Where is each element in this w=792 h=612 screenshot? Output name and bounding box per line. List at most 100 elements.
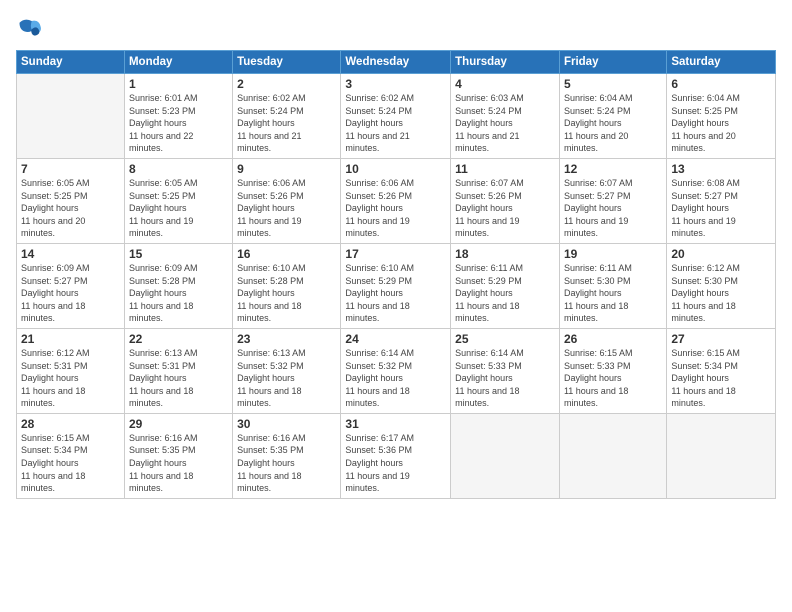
day-number: 16: [237, 247, 336, 261]
day-info: Sunrise: 6:12 AM Sunset: 5:30 PM Dayligh…: [671, 262, 771, 325]
day-number: 8: [129, 162, 228, 176]
day-info: Sunrise: 6:09 AM Sunset: 5:27 PM Dayligh…: [21, 262, 120, 325]
day-number: 5: [564, 77, 662, 91]
day-number: 6: [671, 77, 771, 91]
day-info: Sunrise: 6:11 AM Sunset: 5:29 PM Dayligh…: [455, 262, 555, 325]
day-info: Sunrise: 6:12 AM Sunset: 5:31 PM Dayligh…: [21, 347, 120, 410]
week-row-5: 28 Sunrise: 6:15 AM Sunset: 5:34 PM Dayl…: [17, 413, 776, 498]
calendar-cell: 29 Sunrise: 6:16 AM Sunset: 5:35 PM Dayl…: [124, 413, 232, 498]
day-number: 15: [129, 247, 228, 261]
week-row-4: 21 Sunrise: 6:12 AM Sunset: 5:31 PM Dayl…: [17, 328, 776, 413]
day-number: 23: [237, 332, 336, 346]
day-info: Sunrise: 6:01 AM Sunset: 5:23 PM Dayligh…: [129, 92, 228, 155]
calendar-cell: 18 Sunrise: 6:11 AM Sunset: 5:29 PM Dayl…: [451, 243, 560, 328]
day-number: 7: [21, 162, 120, 176]
calendar-cell: 10 Sunrise: 6:06 AM Sunset: 5:26 PM Dayl…: [341, 158, 451, 243]
calendar-cell: [559, 413, 666, 498]
calendar-cell: 21 Sunrise: 6:12 AM Sunset: 5:31 PM Dayl…: [17, 328, 125, 413]
day-info: Sunrise: 6:02 AM Sunset: 5:24 PM Dayligh…: [237, 92, 336, 155]
page: SundayMondayTuesdayWednesdayThursdayFrid…: [0, 0, 792, 612]
day-info: Sunrise: 6:17 AM Sunset: 5:36 PM Dayligh…: [345, 432, 446, 495]
weekday-header-sunday: Sunday: [17, 51, 125, 74]
day-info: Sunrise: 6:15 AM Sunset: 5:34 PM Dayligh…: [21, 432, 120, 495]
calendar-table: SundayMondayTuesdayWednesdayThursdayFrid…: [16, 50, 776, 499]
calendar-cell: 8 Sunrise: 6:05 AM Sunset: 5:25 PM Dayli…: [124, 158, 232, 243]
calendar-cell: 11 Sunrise: 6:07 AM Sunset: 5:26 PM Dayl…: [451, 158, 560, 243]
calendar-cell: 13 Sunrise: 6:08 AM Sunset: 5:27 PM Dayl…: [667, 158, 776, 243]
day-info: Sunrise: 6:04 AM Sunset: 5:25 PM Dayligh…: [671, 92, 771, 155]
day-info: Sunrise: 6:04 AM Sunset: 5:24 PM Dayligh…: [564, 92, 662, 155]
calendar-cell: 4 Sunrise: 6:03 AM Sunset: 5:24 PM Dayli…: [451, 74, 560, 159]
day-number: 27: [671, 332, 771, 346]
calendar-cell: 23 Sunrise: 6:13 AM Sunset: 5:32 PM Dayl…: [233, 328, 341, 413]
weekday-header-friday: Friday: [559, 51, 666, 74]
calendar-cell: 16 Sunrise: 6:10 AM Sunset: 5:28 PM Dayl…: [233, 243, 341, 328]
weekday-header-row: SundayMondayTuesdayWednesdayThursdayFrid…: [17, 51, 776, 74]
day-number: 4: [455, 77, 555, 91]
calendar-cell: 19 Sunrise: 6:11 AM Sunset: 5:30 PM Dayl…: [559, 243, 666, 328]
day-number: 18: [455, 247, 555, 261]
day-number: 19: [564, 247, 662, 261]
day-info: Sunrise: 6:14 AM Sunset: 5:33 PM Dayligh…: [455, 347, 555, 410]
day-info: Sunrise: 6:13 AM Sunset: 5:31 PM Dayligh…: [129, 347, 228, 410]
calendar-cell: 3 Sunrise: 6:02 AM Sunset: 5:24 PM Dayli…: [341, 74, 451, 159]
calendar-cell: 2 Sunrise: 6:02 AM Sunset: 5:24 PM Dayli…: [233, 74, 341, 159]
day-info: Sunrise: 6:14 AM Sunset: 5:32 PM Dayligh…: [345, 347, 446, 410]
day-number: 3: [345, 77, 446, 91]
day-number: 17: [345, 247, 446, 261]
day-number: 28: [21, 417, 120, 431]
day-info: Sunrise: 6:10 AM Sunset: 5:29 PM Dayligh…: [345, 262, 446, 325]
day-number: 1: [129, 77, 228, 91]
calendar-cell: [17, 74, 125, 159]
day-number: 25: [455, 332, 555, 346]
day-info: Sunrise: 6:05 AM Sunset: 5:25 PM Dayligh…: [21, 177, 120, 240]
day-info: Sunrise: 6:13 AM Sunset: 5:32 PM Dayligh…: [237, 347, 336, 410]
calendar-cell: 26 Sunrise: 6:15 AM Sunset: 5:33 PM Dayl…: [559, 328, 666, 413]
weekday-header-wednesday: Wednesday: [341, 51, 451, 74]
calendar-cell: 7 Sunrise: 6:05 AM Sunset: 5:25 PM Dayli…: [17, 158, 125, 243]
week-row-3: 14 Sunrise: 6:09 AM Sunset: 5:27 PM Dayl…: [17, 243, 776, 328]
calendar-cell: [667, 413, 776, 498]
day-info: Sunrise: 6:06 AM Sunset: 5:26 PM Dayligh…: [237, 177, 336, 240]
calendar-cell: 12 Sunrise: 6:07 AM Sunset: 5:27 PM Dayl…: [559, 158, 666, 243]
day-number: 22: [129, 332, 228, 346]
day-info: Sunrise: 6:05 AM Sunset: 5:25 PM Dayligh…: [129, 177, 228, 240]
day-info: Sunrise: 6:08 AM Sunset: 5:27 PM Dayligh…: [671, 177, 771, 240]
calendar-cell: 5 Sunrise: 6:04 AM Sunset: 5:24 PM Dayli…: [559, 74, 666, 159]
day-number: 29: [129, 417, 228, 431]
day-info: Sunrise: 6:10 AM Sunset: 5:28 PM Dayligh…: [237, 262, 336, 325]
week-row-1: 1 Sunrise: 6:01 AM Sunset: 5:23 PM Dayli…: [17, 74, 776, 159]
day-number: 20: [671, 247, 771, 261]
calendar-cell: 20 Sunrise: 6:12 AM Sunset: 5:30 PM Dayl…: [667, 243, 776, 328]
calendar-cell: 31 Sunrise: 6:17 AM Sunset: 5:36 PM Dayl…: [341, 413, 451, 498]
calendar-cell: 24 Sunrise: 6:14 AM Sunset: 5:32 PM Dayl…: [341, 328, 451, 413]
day-info: Sunrise: 6:15 AM Sunset: 5:34 PM Dayligh…: [671, 347, 771, 410]
day-number: 2: [237, 77, 336, 91]
calendar-cell: 6 Sunrise: 6:04 AM Sunset: 5:25 PM Dayli…: [667, 74, 776, 159]
calendar-cell: 25 Sunrise: 6:14 AM Sunset: 5:33 PM Dayl…: [451, 328, 560, 413]
day-info: Sunrise: 6:15 AM Sunset: 5:33 PM Dayligh…: [564, 347, 662, 410]
calendar-cell: 27 Sunrise: 6:15 AM Sunset: 5:34 PM Dayl…: [667, 328, 776, 413]
calendar-cell: 15 Sunrise: 6:09 AM Sunset: 5:28 PM Dayl…: [124, 243, 232, 328]
calendar-cell: 14 Sunrise: 6:09 AM Sunset: 5:27 PM Dayl…: [17, 243, 125, 328]
day-number: 26: [564, 332, 662, 346]
weekday-header-thursday: Thursday: [451, 51, 560, 74]
weekday-header-monday: Monday: [124, 51, 232, 74]
calendar-cell: [451, 413, 560, 498]
day-info: Sunrise: 6:03 AM Sunset: 5:24 PM Dayligh…: [455, 92, 555, 155]
day-info: Sunrise: 6:02 AM Sunset: 5:24 PM Dayligh…: [345, 92, 446, 155]
calendar-cell: 9 Sunrise: 6:06 AM Sunset: 5:26 PM Dayli…: [233, 158, 341, 243]
day-number: 9: [237, 162, 336, 176]
day-info: Sunrise: 6:16 AM Sunset: 5:35 PM Dayligh…: [237, 432, 336, 495]
day-number: 14: [21, 247, 120, 261]
day-number: 21: [21, 332, 120, 346]
day-info: Sunrise: 6:07 AM Sunset: 5:27 PM Dayligh…: [564, 177, 662, 240]
day-info: Sunrise: 6:16 AM Sunset: 5:35 PM Dayligh…: [129, 432, 228, 495]
weekday-header-tuesday: Tuesday: [233, 51, 341, 74]
day-number: 12: [564, 162, 662, 176]
weekday-header-saturday: Saturday: [667, 51, 776, 74]
calendar-cell: 22 Sunrise: 6:13 AM Sunset: 5:31 PM Dayl…: [124, 328, 232, 413]
calendar-cell: 28 Sunrise: 6:15 AM Sunset: 5:34 PM Dayl…: [17, 413, 125, 498]
day-number: 11: [455, 162, 555, 176]
calendar-cell: 17 Sunrise: 6:10 AM Sunset: 5:29 PM Dayl…: [341, 243, 451, 328]
